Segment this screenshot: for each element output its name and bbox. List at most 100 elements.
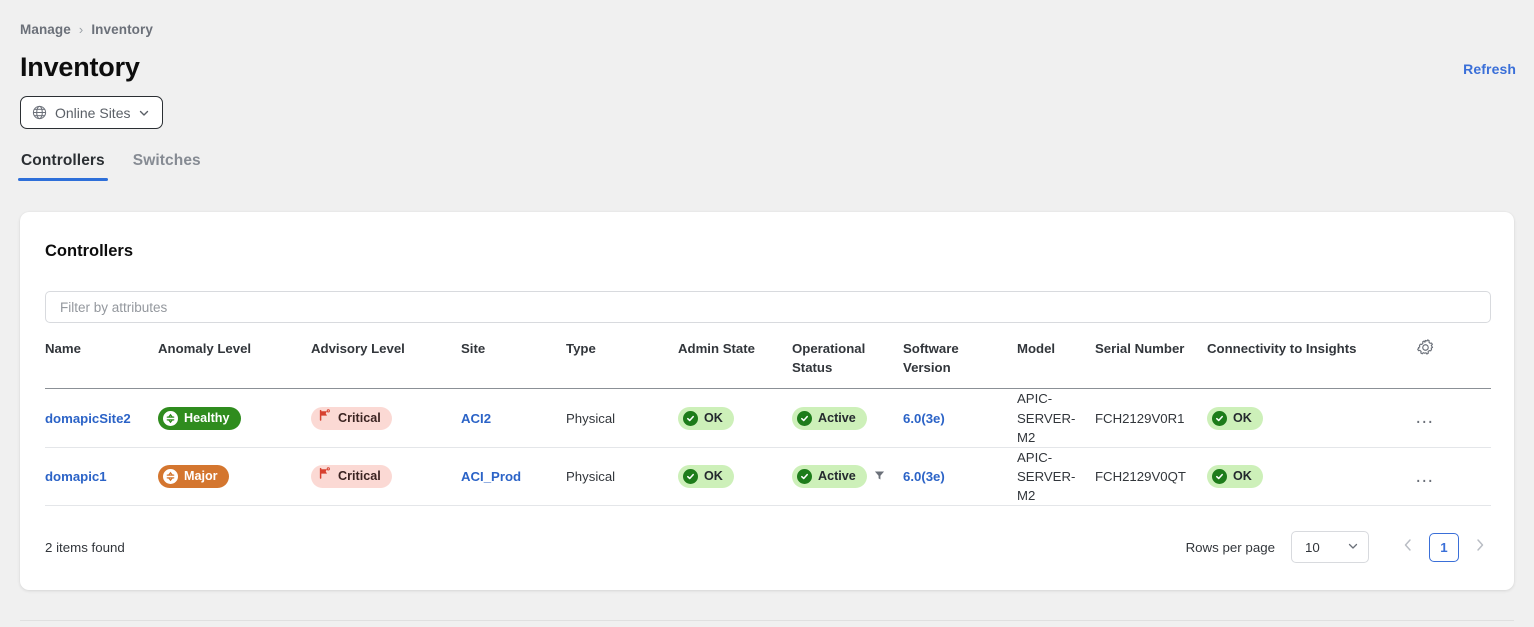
cell-operational-status: Active [792, 406, 903, 430]
site-link[interactable]: ACI_Prod [461, 469, 521, 484]
pager: 1 [1397, 532, 1491, 562]
anomaly-icon [163, 410, 178, 426]
cell-type: Physical [566, 410, 616, 426]
cell-anomaly-level: Healthy [158, 406, 311, 430]
column-header-software-version[interactable]: Software Version [903, 340, 1017, 377]
software-version-link[interactable]: 6.0(3e) [903, 411, 945, 426]
controllers-card: Controllers Name Anomaly Level Advisory … [20, 212, 1514, 590]
gear-icon [1416, 339, 1435, 357]
tab-switches[interactable]: Switches [130, 152, 204, 181]
cell-admin-state: OK [678, 465, 792, 489]
cell-connectivity: OK [1207, 465, 1405, 489]
prev-page-button[interactable] [1397, 534, 1419, 560]
ellipsis-icon[interactable]: … [1415, 408, 1436, 427]
controller-name-link[interactable]: domapic1 [45, 467, 150, 486]
cell-model: APIC-SERVER-M2 [1017, 448, 1095, 505]
online-sites-dropdown[interactable]: Online Sites [20, 96, 164, 129]
refresh-link[interactable]: Refresh [1463, 61, 1516, 77]
advisory-level-label: Critical [338, 469, 381, 484]
globe-icon [32, 105, 47, 120]
bottom-divider [20, 620, 1514, 621]
table-footer: 2 items found Rows per page 10 1 [45, 526, 1491, 568]
cell-site[interactable]: ACI_Prod [461, 467, 566, 486]
model-value: APIC-SERVER-M2 [1017, 391, 1076, 445]
row-actions-button[interactable]: … [1405, 467, 1445, 486]
rows-per-page-select[interactable]: 10 [1291, 531, 1369, 563]
column-header-advisory-level[interactable]: Advisory Level [311, 340, 461, 359]
chevron-right-icon [1474, 538, 1486, 557]
breadcrumb-manage[interactable]: Manage [20, 22, 71, 37]
filter-input-wrapper[interactable] [45, 291, 1491, 323]
status-badge-major: Major [158, 465, 229, 489]
cell-model: APIC-SERVER-M2 [1017, 389, 1095, 446]
card-title: Controllers [45, 242, 134, 260]
tab-bar: Controllers Switches [18, 152, 204, 181]
filter-input[interactable] [46, 299, 1490, 315]
page-button-1[interactable]: 1 [1429, 532, 1459, 562]
advisory-level-label: Critical [338, 411, 381, 426]
table-settings-button[interactable] [1405, 339, 1445, 357]
chevron-left-icon [1402, 538, 1414, 557]
rows-per-page-label: Rows per page [1185, 539, 1275, 555]
column-header-name[interactable]: Name [45, 340, 158, 359]
column-header-site[interactable]: Site [461, 340, 566, 359]
filter-funnel-icon[interactable] [867, 467, 885, 486]
check-circle-icon [1212, 410, 1227, 426]
status-badge-healthy: Healthy [158, 406, 241, 430]
serial-number-value: FCH2129V0QT [1095, 469, 1186, 485]
column-header-admin-state[interactable]: Admin State [678, 340, 792, 359]
column-header-type[interactable]: Type [566, 340, 678, 359]
check-circle-icon [797, 469, 812, 485]
cell-admin-state: OK [678, 406, 792, 430]
cell-serial-number: FCH2129V0R1 [1095, 409, 1207, 428]
cell-advisory-level: Critical [311, 406, 461, 430]
row-actions-button[interactable]: … [1405, 408, 1445, 427]
table-header-row: Name Anomaly Level Advisory Level Site T… [45, 339, 1491, 390]
site-link[interactable]: ACI2 [461, 411, 491, 426]
breadcrumb-separator-icon: › [78, 22, 84, 37]
flag-icon [318, 409, 332, 427]
cell-advisory-level: Critical [311, 465, 461, 489]
column-header-anomaly-level[interactable]: Anomaly Level [158, 340, 311, 359]
serial-number-value: FCH2129V0R1 [1095, 410, 1185, 426]
cell-anomaly-level: Major [158, 465, 311, 489]
cell-operational-status: Active [792, 465, 903, 489]
software-version-link[interactable]: 6.0(3e) [903, 469, 945, 484]
status-badge-critical: Critical [311, 465, 392, 489]
status-badge-ok: OK [1207, 406, 1263, 430]
status-badge-ok: OK [678, 465, 734, 489]
column-header-serial-number[interactable]: Serial Number [1095, 340, 1207, 359]
connectivity-label: OK [1233, 469, 1252, 484]
column-header-operational-status[interactable]: Operational Status [792, 340, 903, 377]
cell-site[interactable]: ACI2 [461, 409, 566, 428]
next-page-button[interactable] [1469, 534, 1491, 560]
pagination-controls: Rows per page 10 1 [1186, 531, 1491, 563]
inventory-page: Manage › Inventory Inventory Refresh Onl… [0, 0, 1534, 627]
status-badge-critical: Critical [311, 406, 392, 430]
admin-state-label: OK [704, 411, 723, 426]
table-row[interactable]: domapic1 Major Critical ACI_Prod Physica… [45, 448, 1491, 507]
check-circle-icon [1212, 469, 1227, 485]
cell-serial-number: FCH2129V0QT [1095, 467, 1207, 486]
cell-software-version[interactable]: 6.0(3e) [903, 409, 1017, 428]
check-circle-icon [797, 410, 812, 426]
check-circle-icon [683, 410, 698, 426]
flag-icon [318, 467, 332, 485]
anomaly-icon [163, 469, 178, 485]
operational-status-label: Active [818, 411, 856, 426]
breadcrumb: Manage › Inventory [20, 22, 153, 37]
ellipsis-icon[interactable]: … [1415, 467, 1436, 486]
column-header-connectivity-to-insights[interactable]: Connectivity to Insights [1207, 340, 1405, 359]
cell-type: Physical [566, 469, 616, 485]
column-header-model[interactable]: Model [1017, 340, 1095, 359]
tab-controllers[interactable]: Controllers [18, 152, 108, 181]
breadcrumb-inventory[interactable]: Inventory [91, 22, 153, 37]
page-title: Inventory [20, 52, 140, 82]
online-sites-label: Online Sites [55, 104, 131, 121]
table-row[interactable]: domapicSite2 Healthy Critical ACI2 Physi… [45, 389, 1491, 448]
cell-name[interactable]: domapic1 [45, 467, 158, 486]
cell-connectivity: OK [1207, 406, 1405, 430]
controller-name-link[interactable]: domapicSite2 [45, 409, 150, 428]
cell-name[interactable]: domapicSite2 [45, 409, 158, 428]
cell-software-version[interactable]: 6.0(3e) [903, 467, 1017, 486]
